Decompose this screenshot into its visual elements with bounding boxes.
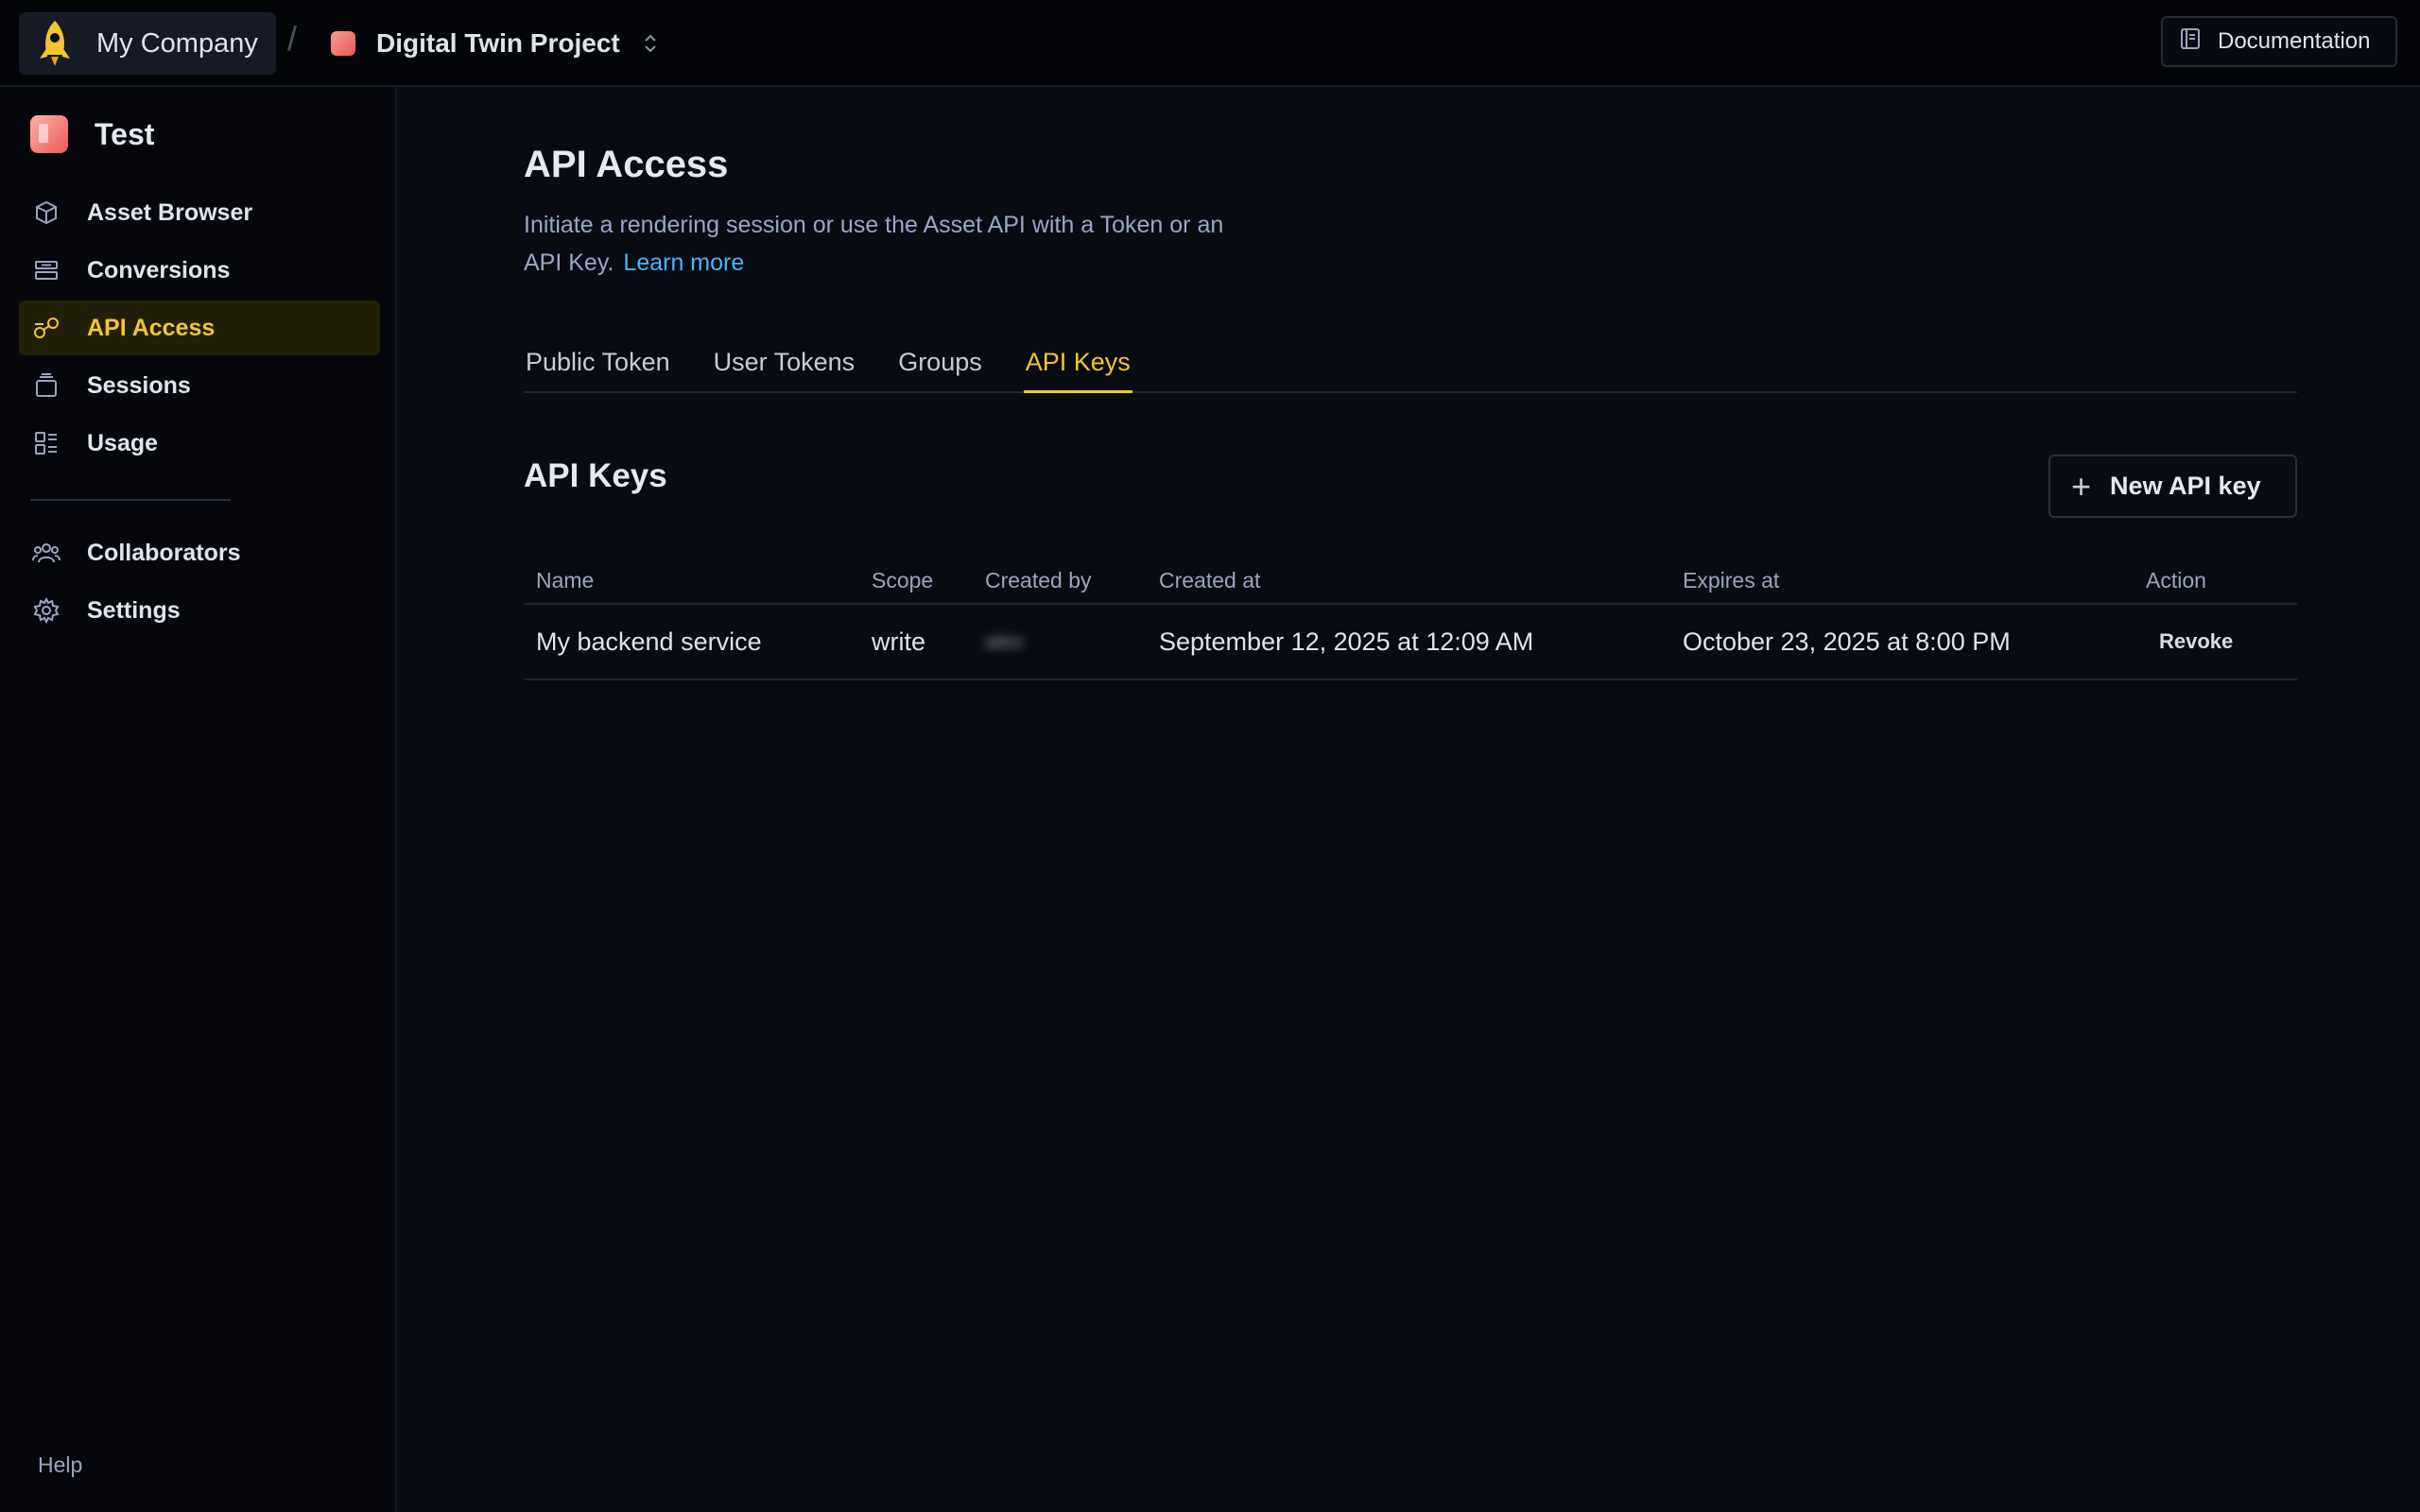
sidebar-item-label: Asset Browser — [87, 198, 253, 226]
project-switcher[interactable]: Digital Twin Project — [331, 19, 658, 68]
column-header-scope: Scope — [872, 567, 934, 593]
sidebar-item-sessions[interactable]: Sessions — [19, 358, 380, 413]
org-switcher[interactable]: My Company — [19, 12, 276, 75]
main-content: API Access Initiate a rendering session … — [399, 87, 2420, 1512]
cube-icon — [32, 198, 60, 227]
project-name: Digital Twin Project — [376, 28, 620, 58]
environment-name: Test — [95, 116, 155, 151]
top-bar: My Company / Digital Twin Project Docume… — [0, 0, 2420, 87]
sidebar-divider — [30, 499, 231, 501]
sidebar-item-label: Usage — [87, 429, 159, 456]
table-row: My backend service write alex September … — [524, 605, 2297, 680]
sidebar-item-label: Sessions — [87, 371, 191, 399]
sidebar-item-asset-browser[interactable]: Asset Browser — [19, 185, 380, 240]
environment-icon — [30, 115, 68, 153]
sidebar-item-label: Conversions — [87, 256, 231, 284]
breadcrumb-separator: / — [287, 19, 298, 58]
sidebar-item-conversions[interactable]: Conversions — [19, 243, 380, 298]
learn-more-link[interactable]: Learn more — [623, 249, 744, 276]
environment-header[interactable]: Test — [30, 115, 154, 153]
sidebar-item-usage[interactable]: Usage — [19, 416, 380, 471]
page-title: API Access — [524, 144, 729, 185]
table-header: Name Scope Created by Created at Expires… — [524, 558, 2297, 605]
sidebar-item-settings[interactable]: Settings — [19, 583, 380, 638]
org-name: My Company — [96, 27, 258, 59]
key-created-at: September 12, 2025 at 12:09 AM — [1159, 627, 1534, 656]
column-header-action: Action — [2146, 567, 2206, 593]
sidebar-item-api-access[interactable]: API Access — [19, 301, 380, 355]
gear-icon — [32, 596, 60, 625]
plus-icon: + — [2071, 466, 2092, 506]
page-description: Initiate a rendering session or use the … — [524, 206, 1242, 282]
column-header-expires-at: Expires at — [1683, 567, 1780, 593]
sidebar-item-label: API Access — [87, 314, 216, 341]
tab-bar: Public Token User Tokens Groups API Keys — [524, 340, 2297, 393]
column-header-name: Name — [536, 567, 595, 593]
key-expires-at: October 23, 2025 at 8:00 PM — [1683, 627, 2011, 656]
conversions-icon — [32, 256, 60, 284]
chevron-up-down-icon — [643, 32, 658, 55]
column-header-created-by: Created by — [985, 567, 1092, 593]
key-icon — [32, 314, 60, 342]
column-header-created-at: Created at — [1159, 567, 1261, 593]
sidebar: Test Asset Browser Conversions API Acces… — [0, 87, 397, 1512]
key-scope: write — [872, 627, 926, 656]
book-icon — [2180, 27, 2201, 57]
help-link[interactable]: Help — [38, 1452, 82, 1478]
grid-icon — [32, 429, 60, 457]
tab-groups[interactable]: Groups — [896, 340, 984, 393]
api-keys-table: Name Scope Created by Created at Expires… — [524, 558, 2297, 680]
key-name: My backend service — [536, 627, 762, 656]
sidebar-nav-secondary: Collaborators Settings — [19, 525, 380, 641]
users-icon — [32, 539, 60, 567]
new-api-key-button[interactable]: + New API key — [2048, 455, 2297, 518]
project-icon — [331, 31, 355, 56]
key-created-by: alex — [985, 629, 1024, 653]
sidebar-item-collaborators[interactable]: Collaborators — [19, 525, 380, 580]
documentation-label: Documentation — [2218, 28, 2371, 54]
sidebar-item-label: Collaborators — [87, 539, 241, 566]
tab-public-token[interactable]: Public Token — [524, 340, 672, 393]
revoke-button[interactable]: Revoke — [2146, 629, 2233, 654]
rocket-logo-icon — [36, 19, 74, 68]
section-title: API Keys — [524, 457, 667, 494]
sidebar-nav: Asset Browser Conversions API Access Ses… — [19, 185, 380, 473]
sidebar-item-label: Settings — [87, 596, 181, 624]
sessions-icon — [32, 371, 60, 400]
tab-user-tokens[interactable]: User Tokens — [712, 340, 857, 393]
tab-api-keys[interactable]: API Keys — [1023, 340, 1132, 393]
new-api-key-label: New API key — [2110, 472, 2261, 500]
documentation-button[interactable]: Documentation — [2161, 16, 2397, 67]
